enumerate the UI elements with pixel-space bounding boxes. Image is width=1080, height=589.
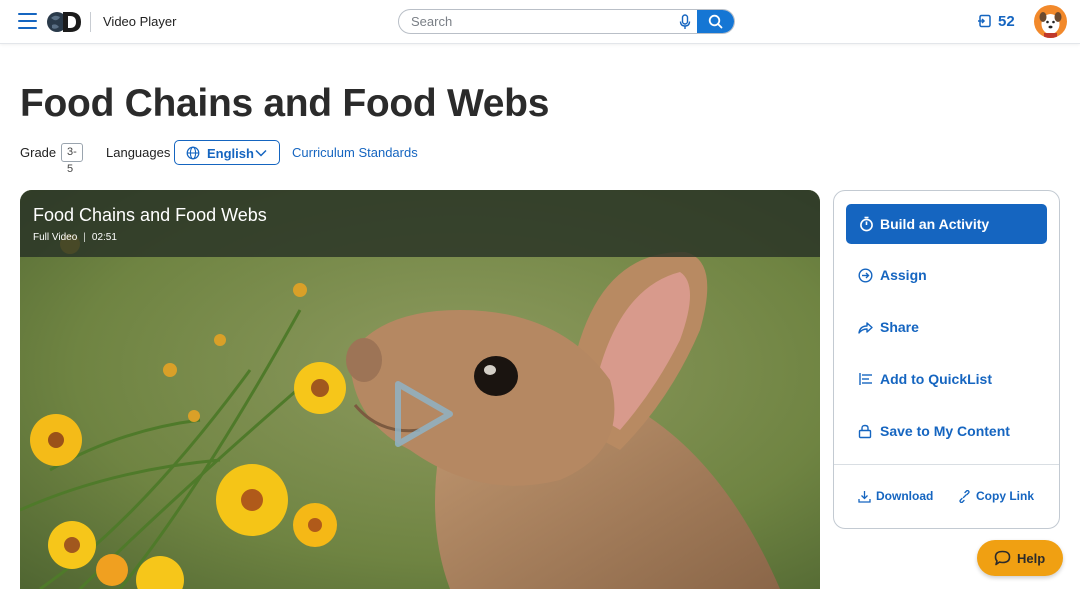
video-title: Food Chains and Food Webs <box>33 205 267 225</box>
save-content-label: Save to My Content <box>880 423 1010 439</box>
video-header: Food Chains and Food Webs Full Video | 02:… <box>20 190 820 257</box>
microphone-icon[interactable] <box>678 14 692 30</box>
help-button[interactable]: Help <box>977 540 1063 576</box>
add-quicklist-label: Add to QuickList <box>880 371 992 387</box>
chevron-down-icon <box>255 149 267 157</box>
assign-label: Assign <box>880 267 927 283</box>
search-icon <box>708 14 723 29</box>
download-label: Download <box>876 489 934 503</box>
language-dropdown[interactable]: English <box>174 140 280 165</box>
language-selected: English <box>207 146 254 161</box>
play-icon[interactable] <box>388 378 460 450</box>
discovery-logo[interactable] <box>46 8 84 36</box>
top-bar: Video Player 52 <box>0 0 1080 44</box>
notification-count: 52 <box>998 13 1015 30</box>
page-title: Food Chains and Food Webs <box>20 82 550 125</box>
video-player[interactable]: Food Chains and Food Webs Full Video | 02:… <box>20 190 820 589</box>
notification-icon <box>978 14 991 28</box>
chat-bubble-icon <box>994 550 1011 566</box>
video-duration: 02:51 <box>91 232 117 243</box>
search-button[interactable] <box>697 10 734 33</box>
panel-divider <box>834 464 1059 465</box>
help-label: Help <box>1017 551 1046 566</box>
grade-label: Grade <box>20 145 57 160</box>
timer-icon <box>860 216 873 232</box>
search-box <box>398 9 735 34</box>
avatar-dog-icon <box>1039 12 1062 38</box>
curriculum-standards-link[interactable]: Curriculum Standards <box>292 145 418 160</box>
share-label: Share <box>880 319 919 335</box>
list-add-icon <box>859 373 872 385</box>
copy-link-label: Copy Link <box>976 489 1035 503</box>
search-input[interactable] <box>411 10 671 33</box>
video-meta: Full Video | 02:51 <box>33 232 117 243</box>
avatar[interactable] <box>1034 5 1067 38</box>
build-activity-button[interactable]: Build an Activity <box>846 204 1047 244</box>
link-icon <box>959 490 970 503</box>
meta-separator: | <box>83 232 86 243</box>
video-type: Full Video <box>33 232 78 243</box>
arrow-circle-icon <box>858 268 873 283</box>
grade-badge: 3-5 <box>61 143 83 175</box>
lock-icon <box>858 424 872 439</box>
menu-icon[interactable] <box>18 13 37 29</box>
app-title: Video Player <box>103 14 177 29</box>
share-icon <box>858 322 873 334</box>
download-icon <box>858 491 871 503</box>
header-divider <box>90 12 91 32</box>
action-panel: Build an Activity Assign Share Add to Qu… <box>833 190 1060 529</box>
languages-label: Languages <box>106 145 171 160</box>
globe-icon <box>186 146 200 160</box>
build-activity-label: Build an Activity <box>880 216 990 232</box>
